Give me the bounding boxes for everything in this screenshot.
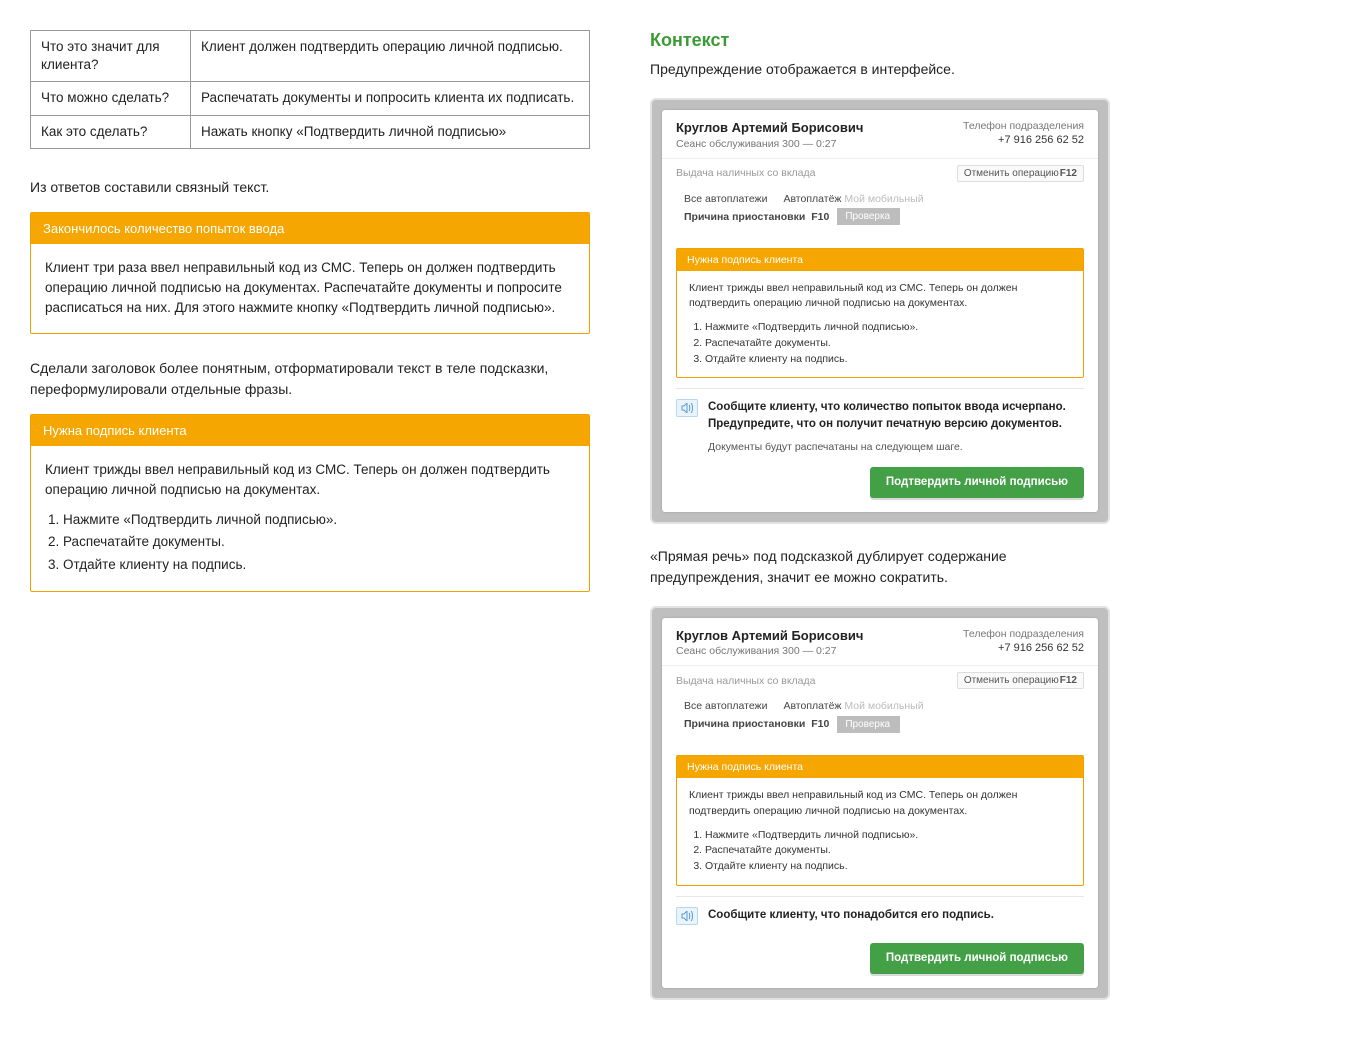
mini-warning-title: Нужна подпись клиента bbox=[677, 249, 1083, 271]
context-heading: Контекст bbox=[650, 30, 1110, 51]
context-lead-1: Предупреждение отображается в интерфейсе… bbox=[650, 59, 1110, 80]
qa-answer: Клиент должен подтвердить операцию лично… bbox=[191, 31, 590, 82]
session-info: Сеанс обслуживания 300 — 0:27 bbox=[676, 138, 863, 150]
warning-box-1: Закончилось количество попыток ввода Кли… bbox=[30, 212, 590, 334]
crumb-reason[interactable]: Причина приостановки F10 bbox=[676, 208, 837, 226]
crumb-reason[interactable]: Причина приостановки F10 bbox=[676, 715, 837, 733]
qa-question: Что это значит для клиента? bbox=[31, 31, 191, 82]
mini-warning-steps: Нажмите «Подтвердить личной подписью». Р… bbox=[689, 828, 1071, 875]
list-item: Отдайте клиенту на подпись. bbox=[705, 352, 1071, 368]
mini-warning-title: Нужна подпись клиента bbox=[677, 756, 1083, 778]
warning-box-2: Нужна подпись клиента Клиент трижды ввел… bbox=[30, 414, 590, 592]
table-row: Как это сделать? Нажать кнопку «Подтверд… bbox=[31, 115, 590, 148]
list-item: Распечатайте документы. bbox=[705, 843, 1071, 859]
cancel-operation-button[interactable]: Отменить операциюF12 bbox=[957, 672, 1084, 689]
crumb-check[interactable]: Проверка bbox=[837, 208, 900, 225]
operation-name: Выдача наличных со вклада bbox=[676, 167, 815, 179]
warning-body: Клиент трижды ввел неправильный код из С… bbox=[31, 446, 589, 591]
confirm-signature-button[interactable]: Подтвердить личной подписью bbox=[870, 467, 1084, 498]
mini-warning-steps: Нажмите «Подтвердить личной подписью». Р… bbox=[689, 320, 1071, 367]
client-name: Круглов Артемий Борисович bbox=[676, 628, 863, 644]
list-item: Распечатайте документы. bbox=[63, 532, 575, 552]
client-name: Круглов Артемий Борисович bbox=[676, 120, 863, 136]
callout-message: Сообщите клиенту, что понадобится его по… bbox=[708, 907, 994, 924]
qa-table: Что это значит для клиента? Клиент долже… bbox=[30, 30, 590, 149]
callout-message: Сообщите клиенту, что количество попыток… bbox=[708, 399, 1084, 432]
warning-title: Закончилось количество попыток ввода bbox=[31, 213, 589, 244]
table-row: Что можно сделать? Распечатать документы… bbox=[31, 82, 590, 115]
phone-label: Телефон подразделения bbox=[963, 120, 1084, 132]
speaker-icon bbox=[676, 399, 698, 417]
context-lead-2: «Прямая речь» под подсказкой дублирует с… bbox=[650, 546, 1110, 588]
qa-question: Как это сделать? bbox=[31, 115, 191, 148]
list-item: Нажмите «Подтвердить личной подписью». bbox=[705, 320, 1071, 336]
callout-subtext: Документы будут распечатаны на следующем… bbox=[708, 441, 1084, 453]
qa-answer: Нажать кнопку «Подтвердить личной подпис… bbox=[191, 115, 590, 148]
phone-value: +7 916 256 62 52 bbox=[963, 134, 1084, 146]
speaker-icon bbox=[676, 907, 698, 925]
client-header: Круглов Артемий Борисович Сеанс обслужив… bbox=[662, 618, 1098, 667]
mini-warning: Нужна подпись клиента Клиент трижды ввел… bbox=[676, 248, 1084, 379]
crumb-all-autopay[interactable]: Все автоплатежи bbox=[676, 697, 775, 715]
screenshot-2: Круглов Артемий Борисович Сеанс обслужив… bbox=[650, 606, 1110, 1000]
list-item: Отдайте клиенту на подпись. bbox=[63, 555, 575, 575]
phone-label: Телефон подразделения bbox=[963, 628, 1084, 640]
speech-callout: Сообщите клиенту, что понадобится его по… bbox=[676, 896, 1084, 929]
breadcrumb: Все автоплатежи Автоплатёж Мой мобильный… bbox=[662, 188, 1098, 234]
mini-warning: Нужна подпись клиента Клиент трижды ввел… bbox=[676, 755, 1084, 886]
mini-warning-lead: Клиент трижды ввел неправильный код из С… bbox=[689, 788, 1071, 820]
list-item: Отдайте клиенту на подпись. bbox=[705, 859, 1071, 875]
warning-lead: Клиент трижды ввел неправильный код из С… bbox=[45, 460, 575, 501]
crumb-all-autopay[interactable]: Все автоплатежи bbox=[676, 190, 775, 208]
speech-callout: Сообщите клиенту, что количество попыток… bbox=[676, 388, 1084, 436]
crumb-check[interactable]: Проверка bbox=[837, 716, 900, 733]
qa-answer: Распечатать документы и попросить клиент… bbox=[191, 82, 590, 115]
operation-name: Выдача наличных со вклада bbox=[676, 675, 815, 687]
crumb-autopay[interactable]: Автоплатёж Мой мобильный bbox=[775, 697, 931, 715]
confirm-signature-button[interactable]: Подтвердить личной подписью bbox=[870, 943, 1084, 974]
list-item: Нажмите «Подтвердить личной подписью». bbox=[63, 510, 575, 530]
warning-title: Нужна подпись клиента bbox=[31, 415, 589, 446]
session-info: Сеанс обслуживания 300 — 0:27 bbox=[676, 645, 863, 657]
intro-text-1: Из ответов составили связный текст. bbox=[30, 177, 590, 198]
qa-question: Что можно сделать? bbox=[31, 82, 191, 115]
intro-text-2: Сделали заголовок более понятным, отформ… bbox=[30, 358, 590, 400]
crumb-autopay[interactable]: Автоплатёж Мой мобильный bbox=[775, 190, 931, 208]
client-header: Круглов Артемий Борисович Сеанс обслужив… bbox=[662, 110, 1098, 159]
phone-value: +7 916 256 62 52 bbox=[963, 642, 1084, 654]
table-row: Что это значит для клиента? Клиент долже… bbox=[31, 31, 590, 82]
warning-steps: Нажмите «Подтвердить личной подписью». Р… bbox=[45, 510, 575, 575]
cancel-operation-button[interactable]: Отменить операциюF12 bbox=[957, 165, 1084, 182]
warning-body: Клиент три раза ввел неправильный код из… bbox=[31, 244, 589, 333]
mini-warning-lead: Клиент трижды ввел неправильный код из С… bbox=[689, 281, 1071, 313]
list-item: Нажмите «Подтвердить личной подписью». bbox=[705, 828, 1071, 844]
list-item: Распечатайте документы. bbox=[705, 336, 1071, 352]
screenshot-1: Круглов Артемий Борисович Сеанс обслужив… bbox=[650, 98, 1110, 524]
breadcrumb: Все автоплатежи Автоплатёж Мой мобильный… bbox=[662, 695, 1098, 741]
